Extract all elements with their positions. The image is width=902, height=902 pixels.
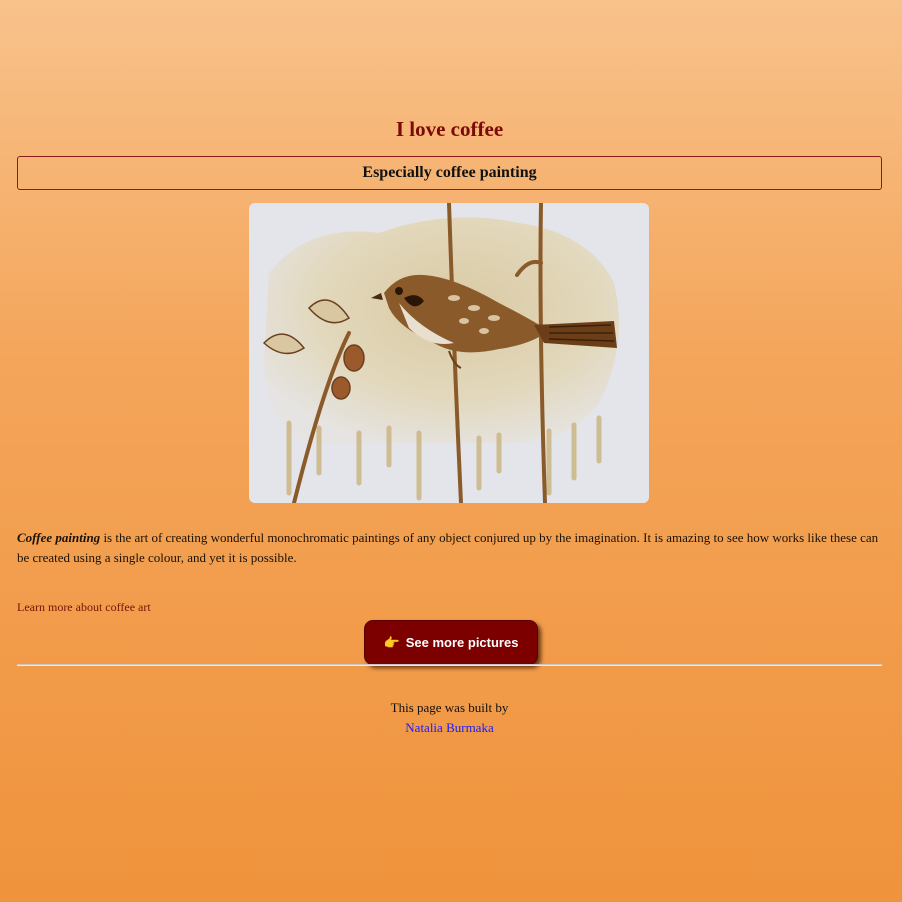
description-paragraph: Coffee painting is the art of creating w…: [17, 528, 882, 568]
description-text: is the art of creating wonderful monochr…: [17, 530, 879, 565]
coffee-painting-image: [249, 203, 649, 503]
learn-more-link[interactable]: Learn more about coffee art: [17, 600, 151, 615]
see-more-pictures-button[interactable]: 👉 See more pictures: [364, 620, 538, 665]
built-by-text: This page was built by: [390, 700, 509, 715]
pointing-hand-icon: 👉: [383, 634, 400, 650]
see-more-pictures-label: See more pictures: [405, 635, 519, 650]
author-link[interactable]: Natalia Burmaka: [405, 720, 493, 735]
footer: This page was built by Natalia Burmaka: [17, 698, 882, 738]
description-emphasis: Coffee painting: [17, 530, 101, 545]
subtitle-text: Especially coffee painting: [362, 164, 537, 181]
divider: [17, 664, 882, 666]
sparrow-painting-icon: [249, 203, 649, 503]
subtitle-banner: Especially coffee painting: [17, 156, 882, 190]
page-title: I love coffee: [395, 117, 504, 141]
